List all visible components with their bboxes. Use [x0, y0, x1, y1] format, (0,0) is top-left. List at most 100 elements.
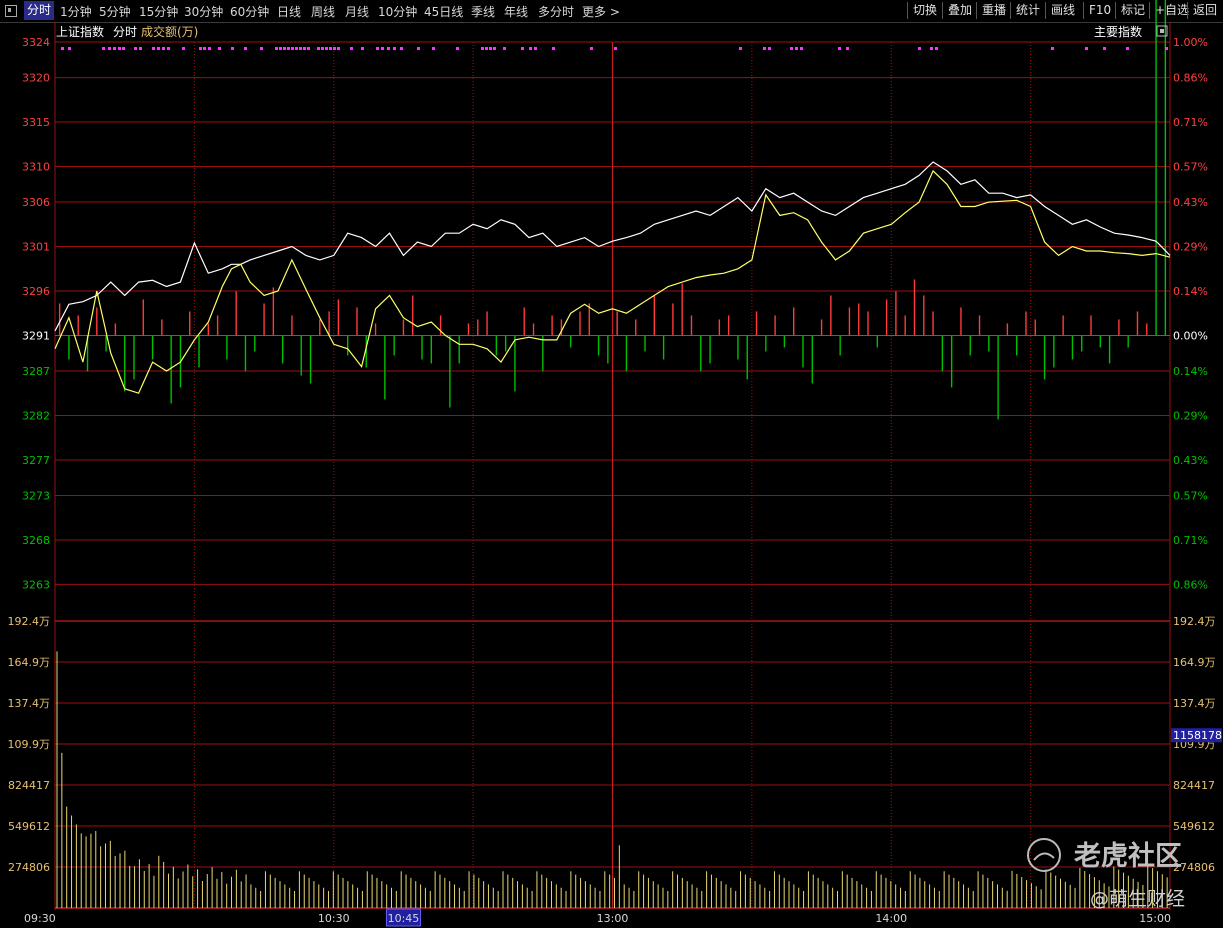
- time-tick-label: 13:00: [597, 912, 629, 925]
- signal-dot: [68, 47, 71, 50]
- signal-dot: [108, 47, 111, 50]
- volume-tick-label-right: 137.4万: [1173, 697, 1216, 710]
- signal-dot: [113, 47, 116, 50]
- volume-tick-label: 274806: [8, 861, 50, 874]
- signal-dot: [1165, 47, 1168, 50]
- time-tick-label: 15:00: [1139, 912, 1171, 925]
- pct-tick-label: 0.14%: [1173, 285, 1208, 298]
- watermark-brand: 老虎社区: [1074, 840, 1182, 872]
- signal-dot: [400, 47, 403, 50]
- signal-dots: [61, 47, 1168, 50]
- index-name: 上证指数: [56, 24, 104, 39]
- signal-dot: [552, 47, 555, 50]
- price-tick-label: 3277: [22, 454, 50, 467]
- chart-grid: [54, 22, 1171, 910]
- pct-tick-label: 0.71%: [1173, 116, 1208, 129]
- signal-dot: [1103, 47, 1106, 50]
- signal-dot: [134, 47, 137, 50]
- signal-dot: [299, 47, 302, 50]
- pct-tick-label: 0.14%: [1173, 365, 1208, 378]
- signal-dot: [122, 47, 125, 50]
- time-tick-label: 14:00: [875, 912, 907, 925]
- signal-dot: [303, 47, 306, 50]
- signal-dot: [376, 47, 379, 50]
- watermark: 老虎社区 @萌生财经: [1027, 838, 1185, 910]
- signal-dot: [350, 47, 353, 50]
- pct-tick-label: 0.57%: [1173, 160, 1208, 173]
- signal-dot: [167, 47, 170, 50]
- pct-tick-label: 0.29%: [1173, 241, 1208, 254]
- signal-dot: [790, 47, 793, 50]
- signal-dot: [157, 47, 160, 50]
- volume-marker-label: 1158178: [1173, 729, 1222, 742]
- price-tick-label: 3273: [22, 490, 50, 503]
- signal-dot: [935, 47, 938, 50]
- price-tick-label: 3301: [22, 241, 50, 254]
- signal-dot: [393, 47, 396, 50]
- chart-mode-label: 分时: [113, 25, 137, 39]
- tiger-logo-stroke: [1033, 852, 1055, 861]
- signal-dot: [182, 47, 185, 50]
- main-indices-icon-inner: [1160, 29, 1164, 33]
- signal-dot: [275, 47, 278, 50]
- signal-dot: [295, 47, 298, 50]
- price-tick-label: 3315: [22, 116, 50, 129]
- signal-dot: [208, 47, 211, 50]
- pct-tick-label: 0.43%: [1173, 454, 1208, 467]
- pct-tick-label: 0.86%: [1173, 72, 1208, 85]
- signal-dot: [918, 47, 921, 50]
- volume-tick-label: 137.4万: [8, 697, 51, 710]
- signal-dot: [317, 47, 320, 50]
- signal-dot: [489, 47, 492, 50]
- volume-tick-label: 549612: [8, 820, 50, 833]
- signal-dot: [503, 47, 506, 50]
- volume-tick-label-right: 164.9万: [1173, 656, 1216, 669]
- price-tick-label: 3310: [22, 160, 50, 173]
- signal-dot: [1126, 47, 1129, 50]
- price-tick-label: 3268: [22, 534, 50, 547]
- watermark-author: @萌生财经: [1090, 888, 1185, 910]
- signal-dot: [325, 47, 328, 50]
- signal-dot: [432, 47, 435, 50]
- signal-dot: [307, 47, 310, 50]
- signal-dot: [203, 47, 206, 50]
- signal-dot: [139, 47, 142, 50]
- signal-dot: [231, 47, 234, 50]
- signal-dot: [283, 47, 286, 50]
- pct-tick-label: 0.57%: [1173, 490, 1208, 503]
- signal-dot: [800, 47, 803, 50]
- signal-dot: [102, 47, 105, 50]
- signal-dot: [739, 47, 742, 50]
- main-indices-label[interactable]: 主要指数: [1094, 24, 1142, 39]
- signal-dot: [521, 47, 524, 50]
- signal-dot: [218, 47, 221, 50]
- signal-dot: [152, 47, 155, 50]
- signal-dot: [61, 47, 64, 50]
- signal-dot: [260, 47, 263, 50]
- signal-dot: [333, 47, 336, 50]
- volume-tick-label-right: 824417: [1173, 779, 1215, 792]
- time-tick-label: 10:30: [318, 912, 350, 925]
- tiger-logo-icon: [1027, 838, 1061, 872]
- price-tick-label: 3320: [22, 72, 50, 85]
- signal-dot: [763, 47, 766, 50]
- signal-dot: [485, 47, 488, 50]
- signal-dot: [590, 47, 593, 50]
- signal-dot: [481, 47, 484, 50]
- signal-dot: [417, 47, 420, 50]
- signal-dot: [1051, 47, 1054, 50]
- signal-dot: [329, 47, 332, 50]
- signal-dot: [287, 47, 290, 50]
- volume-tick-label: 824417: [8, 779, 50, 792]
- signal-dot: [493, 47, 496, 50]
- signal-dot: [387, 47, 390, 50]
- signal-dot: [291, 47, 294, 50]
- pct-tick-label: 0.86%: [1173, 578, 1208, 591]
- pct-tick-label: 0.00%: [1173, 329, 1208, 342]
- volume-tick-label: 164.9万: [8, 656, 51, 669]
- axes-labels: 3324 1.00% 3320 0.86% 3315 0.71% 3310 0.57% 3306…: [8, 36, 1222, 927]
- volume-tick-label: 109.9万: [8, 738, 51, 751]
- signal-dot: [534, 47, 537, 50]
- pct-tick-label: 0.43%: [1173, 196, 1208, 209]
- volume-unit-label: 成交额(万): [141, 24, 198, 39]
